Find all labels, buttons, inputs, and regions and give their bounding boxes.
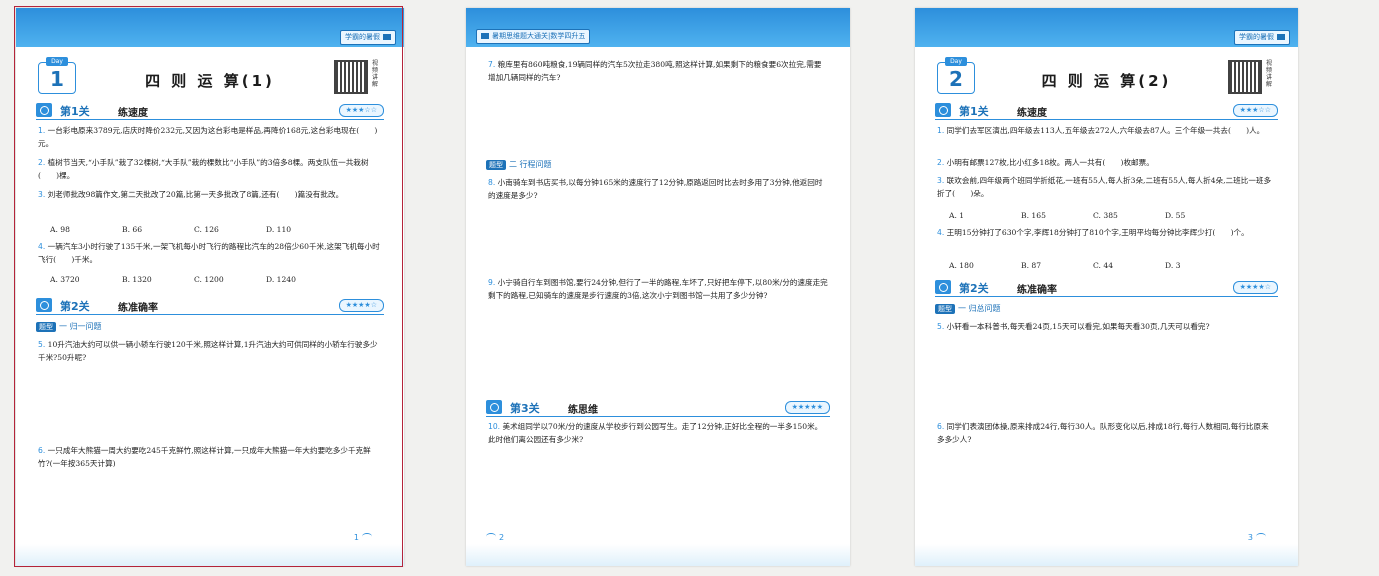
option[interactable]: C. 385 xyxy=(1093,210,1165,222)
option[interactable]: B. 165 xyxy=(1021,210,1093,222)
level-icon xyxy=(935,280,951,294)
book-page-1[interactable]: 学霸的暑假 Day 1 四 则 运 算(1) 视频讲解 第1关 练速度 ★★★☆… xyxy=(16,8,404,566)
page-number: 3 xyxy=(1248,533,1266,542)
type-tag: 题型 xyxy=(486,160,506,170)
question: 6. 同学们表演团体操,原来排成24行,每行30人。队形变化以后,排成18行,每… xyxy=(937,422,1269,444)
day-label: Day xyxy=(46,57,68,66)
level-subtitle: 练准确率 xyxy=(1017,285,1057,296)
page-number: 2 xyxy=(486,533,504,542)
question-type: 题型二 行程问题 xyxy=(486,160,552,170)
band-tab: 学霸的暑假 xyxy=(1234,30,1290,45)
answer-options: A. 1 B. 165 C. 385 D. 55 xyxy=(949,210,1276,222)
difficulty-stars: ★★★★☆ xyxy=(1232,281,1278,294)
option[interactable]: A. 180 xyxy=(949,260,1021,272)
question: 7. 粮库里有860吨粮食,19辆同样的汽车5次拉走380吨,照这样计算,如果剩… xyxy=(488,60,822,82)
type-number: 二 xyxy=(509,160,517,169)
type-label: 归一问题 xyxy=(69,322,102,331)
type-tag: 题型 xyxy=(36,322,56,332)
option[interactable]: D. 3 xyxy=(1165,260,1237,272)
option[interactable]: A. 1 xyxy=(949,210,1021,222)
footer-band xyxy=(16,544,404,566)
qr-code-icon xyxy=(334,60,368,94)
level-title: 第2关 xyxy=(959,282,989,295)
qr-code-icon xyxy=(1228,60,1262,94)
type-number: 一 xyxy=(958,304,966,313)
question: 1. 一台彩电原来3789元,店庆时降价232元,又因为这台彩电是样品,再降价1… xyxy=(38,126,378,148)
answer-options: A. 180 B. 87 C. 44 D. 3 xyxy=(949,260,1276,272)
question: 10. 美术组同学以70米/分的速度从学校步行到公园写生。走了12分钟,正好比全… xyxy=(488,422,823,444)
book-page-2[interactable]: 暑期思维题大通关|数学四升五 7. 粮库里有860吨粮食,19辆同样的汽车5次拉… xyxy=(466,8,850,566)
answer-options: A. 98 B. 66 C. 126 D. 110 xyxy=(50,224,382,236)
difficulty-stars: ★★★☆☆ xyxy=(338,104,384,117)
page-number: 1 xyxy=(354,533,372,542)
level-header: 第3关 练思维 ★★★★★ xyxy=(486,400,830,417)
book-page-3[interactable]: 学霸的暑假 Day 2 四 则 运 算(2) 视频讲解 第1关 练速度 ★★★☆… xyxy=(915,8,1298,566)
band-tab: 学霸的暑假 xyxy=(340,30,396,45)
level-title: 第1关 xyxy=(959,105,989,118)
question: 1. 同学们去军区演出,四年级去113人,五年级去272人,六年级去87人。三个… xyxy=(937,126,1265,135)
band-tab: 暑期思维题大通关|数学四升五 xyxy=(476,29,591,44)
question-type: 题型一 归总问题 xyxy=(935,304,1001,314)
option[interactable]: A. 3720 xyxy=(50,274,122,286)
book-icon xyxy=(481,33,489,39)
level-subtitle: 练速度 xyxy=(118,108,148,119)
book-icon xyxy=(383,34,391,40)
question: 8. 小南骑车到书店买书,以每分钟165米的速度行了12分钟,原路返回时比去时多… xyxy=(488,178,823,200)
question: 3. 刘老师批改98篇作文,第二天批改了20篇,比第一天多批改了8篇,还有( )… xyxy=(38,190,344,199)
type-number: 一 xyxy=(59,322,67,331)
level-title: 第1关 xyxy=(60,105,90,118)
difficulty-stars: ★★★☆☆ xyxy=(1232,104,1278,117)
option[interactable]: B. 66 xyxy=(122,224,194,236)
option[interactable]: A. 98 xyxy=(50,224,122,236)
question: 4. 一辆汽车3小时行驶了135千米,一架飞机每小时飞行的路程比汽车的28倍少6… xyxy=(38,242,380,264)
level-icon xyxy=(935,103,951,117)
level-header: 第1关 练速度 ★★★☆☆ xyxy=(36,103,384,120)
option[interactable]: B. 87 xyxy=(1021,260,1093,272)
question: 5. 10升汽油大约可以供一辆小轿车行驶120千米,照这样计算,1升汽油大约可供… xyxy=(38,340,378,362)
level-icon xyxy=(486,400,502,414)
level-icon xyxy=(36,298,52,312)
level-title: 第2关 xyxy=(60,300,90,313)
option[interactable]: C. 44 xyxy=(1093,260,1165,272)
option[interactable]: D. 1240 xyxy=(266,274,338,286)
option[interactable]: C. 126 xyxy=(194,224,266,236)
difficulty-stars: ★★★★★ xyxy=(784,401,830,414)
question: 6. 一只成年大熊猫一周大约要吃245千克鲜竹,照这样计算,一只成年大熊猫一年大… xyxy=(38,446,371,468)
option[interactable]: D. 55 xyxy=(1165,210,1237,222)
type-tag: 题型 xyxy=(935,304,955,314)
book-icon xyxy=(1277,34,1285,40)
qr-label: 视频讲解 xyxy=(372,60,379,88)
option[interactable]: B. 1320 xyxy=(122,274,194,286)
option[interactable]: C. 1200 xyxy=(194,274,266,286)
question: 2. 植树节当天,“小手队”栽了32棵树,“大手队”栽的棵数比“小手队”的3倍多… xyxy=(38,158,369,180)
level-header: 第2关 练准确率 ★★★★☆ xyxy=(935,280,1278,297)
level-subtitle: 练准确率 xyxy=(118,303,158,314)
type-label: 行程问题 xyxy=(519,160,552,169)
question-type: 题型一 归一问题 xyxy=(36,322,102,332)
footer-band xyxy=(915,544,1298,566)
qr-label: 视频讲解 xyxy=(1266,60,1273,88)
question: 2. 小明有邮票127枚,比小红多18枚。两人一共有( )枚邮票。 xyxy=(937,158,1154,167)
question: 4. 王明15分钟打了630个字,李辉18分钟打了810个字,王明平均每分钟比李… xyxy=(937,228,1249,237)
type-label: 归总问题 xyxy=(968,304,1001,313)
level-header: 第1关 练速度 ★★★☆☆ xyxy=(935,103,1278,120)
footer-band xyxy=(466,544,850,566)
day-label: Day xyxy=(945,57,967,66)
level-header: 第2关 练准确率 ★★★★☆ xyxy=(36,298,384,315)
question: 9. 小宁骑自行车到图书馆,要行24分钟,但行了一半的路程,车坏了,只好把车停下… xyxy=(488,278,828,300)
difficulty-stars: ★★★★☆ xyxy=(338,299,384,312)
question: 3. 联欢会前,四年级两个班同学折纸花,一班有55人,每人折3朵,二班有55人,… xyxy=(937,176,1272,198)
option[interactable]: D. 110 xyxy=(266,224,338,236)
question: 5. 小轩看一本科普书,每天看24页,15天可以看完,如果每天看30页,几天可以… xyxy=(937,322,1210,331)
answer-options: A. 3720 B. 1320 C. 1200 D. 1240 xyxy=(50,274,382,286)
level-title: 第3关 xyxy=(510,402,540,415)
level-icon xyxy=(36,103,52,117)
level-subtitle: 练速度 xyxy=(1017,108,1047,119)
level-subtitle: 练思维 xyxy=(568,405,598,416)
